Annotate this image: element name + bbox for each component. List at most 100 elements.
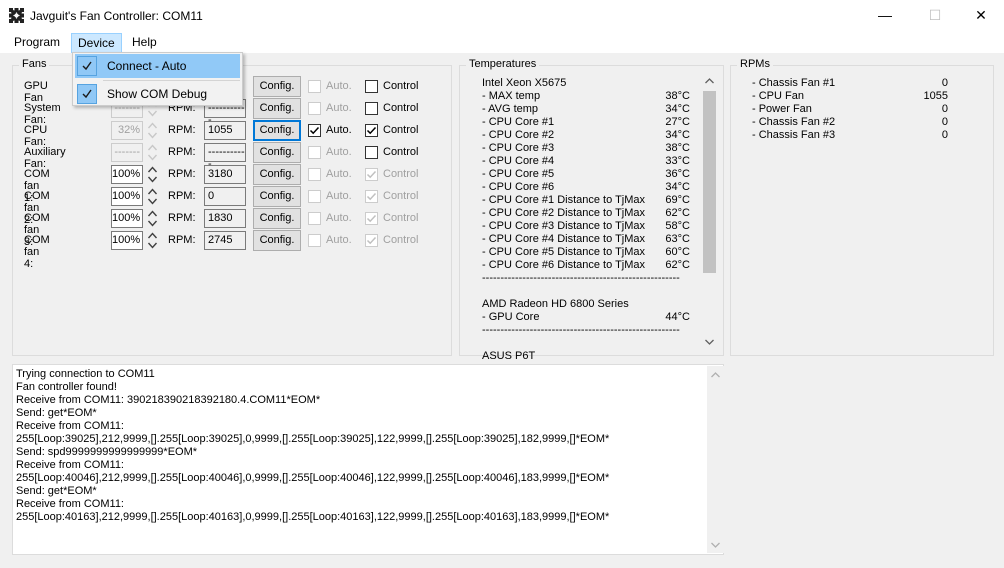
log-line: Receive from COM11: bbox=[16, 459, 124, 471]
fan-percent-input[interactable]: 100% bbox=[111, 231, 143, 250]
debug-log-scrollbar[interactable] bbox=[707, 366, 724, 553]
temperatures-scrollbar[interactable] bbox=[701, 74, 718, 350]
rpm-sensor-label: - Chassis Fan #2 bbox=[752, 116, 836, 128]
fan-control-checkbox[interactable] bbox=[365, 234, 378, 247]
temperature-label: - CPU Core #3 Distance to TjMax bbox=[482, 220, 646, 232]
fan-config-button[interactable]: Config. bbox=[253, 120, 301, 141]
scroll-up-arrow-icon[interactable] bbox=[711, 372, 720, 378]
spinner-arrows-icon[interactable] bbox=[147, 231, 158, 250]
rpm-sensor-value: 0 bbox=[941, 77, 948, 89]
menu-separator bbox=[103, 80, 240, 81]
title-bar: Javguit's Fan Controller: COM11 — ☐ ✕ bbox=[0, 0, 1004, 31]
scroll-down-arrow-icon[interactable] bbox=[711, 542, 720, 548]
device-dropdown-menu: Connect - Auto Show COM Debug bbox=[72, 52, 243, 106]
temperature-value: 38°C bbox=[665, 142, 690, 154]
rpm-sensor-label: - CPU Fan bbox=[752, 90, 804, 102]
temperature-label: ----------------------------------------… bbox=[482, 272, 680, 284]
rpm-label: RPM: bbox=[168, 190, 196, 202]
fan-config-button[interactable]: Config. bbox=[253, 76, 301, 97]
scroll-up-arrow-icon[interactable] bbox=[705, 78, 714, 84]
fan-config-button[interactable]: Config. bbox=[253, 208, 301, 229]
log-line: 255[Loop:39025],212,9999,[].255[Loop:390… bbox=[16, 433, 610, 445]
fan-config-button[interactable]: Config. bbox=[253, 230, 301, 251]
temperature-label: - CPU Core #2 bbox=[482, 129, 555, 141]
temperature-value: 62°C bbox=[665, 259, 690, 271]
fan-auto-checkbox[interactable] bbox=[308, 234, 321, 247]
fan-auto-label: Auto. bbox=[326, 80, 352, 92]
fan-auto-checkbox[interactable] bbox=[308, 146, 321, 159]
fan-config-button[interactable]: Config. bbox=[253, 186, 301, 207]
rpm-label: RPM: bbox=[168, 124, 196, 136]
fan-control-checkbox[interactable] bbox=[365, 212, 378, 225]
fan-name-label: Auxiliary Fan: bbox=[24, 146, 66, 170]
temperature-label: ASUS P6T bbox=[482, 350, 536, 362]
spinner-arrows-icon[interactable] bbox=[147, 143, 158, 162]
fan-control-checkbox[interactable] bbox=[365, 124, 378, 137]
rpm-sensor-label: - Chassis Fan #1 bbox=[752, 77, 836, 89]
menu-item-show-com-debug[interactable]: Show COM Debug bbox=[75, 82, 240, 106]
fan-auto-checkbox[interactable] bbox=[308, 190, 321, 203]
fan-control-label: Control bbox=[383, 102, 419, 114]
temperature-value: 44°C bbox=[665, 311, 690, 323]
temperature-label: - CPU Core #6 bbox=[482, 181, 555, 193]
spinner-arrows-icon[interactable] bbox=[147, 187, 158, 206]
temperature-value: 60°C bbox=[665, 246, 690, 258]
fan-rpm-field: 1830 bbox=[204, 209, 246, 228]
fan-control-checkbox[interactable] bbox=[365, 102, 378, 115]
close-button[interactable]: ✕ bbox=[958, 0, 1004, 31]
rpm-sensor-label: - Power Fan bbox=[752, 103, 812, 115]
fan-control-checkbox[interactable] bbox=[365, 168, 378, 181]
minimize-button[interactable]: — bbox=[862, 0, 908, 31]
maximize-button[interactable]: ☐ bbox=[912, 0, 958, 31]
fan-config-button[interactable]: Config. bbox=[253, 142, 301, 163]
fan-auto-checkbox[interactable] bbox=[308, 124, 321, 137]
temperature-label: - CPU Core #1 bbox=[482, 116, 555, 128]
fan-rpm-field: ----------- bbox=[204, 143, 246, 170]
debug-log-textarea[interactable]: Trying connection to COM11 Fan controller… bbox=[12, 364, 724, 555]
menu-help[interactable]: Help bbox=[126, 33, 163, 53]
temperature-value: 27°C bbox=[665, 116, 690, 128]
fan-percent-input[interactable]: ------- bbox=[111, 143, 143, 162]
spinner-arrows-icon[interactable] bbox=[147, 209, 158, 228]
temperature-value: 62°C bbox=[665, 207, 690, 219]
temperature-label: - CPU Core #4 Distance to TjMax bbox=[482, 233, 646, 245]
fan-control-checkbox[interactable] bbox=[365, 190, 378, 203]
temperature-label: - CPU Core #5 bbox=[482, 168, 555, 180]
temperature-label: - CPU Core #3 bbox=[482, 142, 555, 154]
temperatures-scroll-thumb[interactable] bbox=[703, 91, 716, 273]
fan-grid-icon bbox=[9, 8, 24, 23]
fan-auto-checkbox[interactable] bbox=[308, 168, 321, 181]
scroll-down-arrow-icon[interactable] bbox=[705, 339, 714, 345]
temperature-value: 63°C bbox=[665, 233, 690, 245]
fan-control-label: Control bbox=[383, 190, 419, 202]
fans-group-title: Fans bbox=[19, 58, 50, 70]
fan-percent-input[interactable]: 32% bbox=[111, 121, 143, 140]
temperatures-group-title: Temperatures bbox=[466, 58, 540, 70]
temperature-label: - CPU Core #6 Distance to TjMax bbox=[482, 259, 646, 271]
fan-percent-input[interactable]: 100% bbox=[111, 187, 143, 206]
menu-bar: Program Device Help bbox=[0, 31, 1004, 53]
temperature-label: - MAX temp bbox=[482, 90, 541, 102]
rpm-label: RPM: bbox=[168, 146, 196, 158]
temperature-label: - CPU Core #1 Distance to TjMax bbox=[482, 194, 646, 206]
fan-auto-checkbox[interactable] bbox=[308, 212, 321, 225]
fan-control-label: Control bbox=[383, 124, 419, 136]
fan-rpm-field: 0 bbox=[204, 187, 246, 206]
fan-config-button[interactable]: Config. bbox=[253, 98, 301, 119]
fan-auto-checkbox[interactable] bbox=[308, 102, 321, 115]
spinner-arrows-icon[interactable] bbox=[147, 165, 158, 184]
fan-control-checkbox[interactable] bbox=[365, 80, 378, 93]
menu-item-connect-auto[interactable]: Connect - Auto bbox=[75, 54, 240, 78]
temperature-value: 58°C bbox=[665, 220, 690, 232]
fan-name-label: COM fan 4: bbox=[24, 234, 50, 270]
log-line: Receive from COM11: 390218390218392180.4… bbox=[16, 394, 321, 406]
menu-device[interactable]: Device bbox=[71, 33, 122, 53]
menu-program[interactable]: Program bbox=[8, 33, 66, 53]
fan-config-button[interactable]: Config. bbox=[253, 164, 301, 185]
fan-percent-input[interactable]: 100% bbox=[111, 165, 143, 184]
spinner-arrows-icon[interactable] bbox=[147, 121, 158, 140]
temperature-label: - CPU Core #5 Distance to TjMax bbox=[482, 246, 646, 258]
fan-control-checkbox[interactable] bbox=[365, 146, 378, 159]
fan-auto-checkbox[interactable] bbox=[308, 80, 321, 93]
fan-percent-input[interactable]: 100% bbox=[111, 209, 143, 228]
